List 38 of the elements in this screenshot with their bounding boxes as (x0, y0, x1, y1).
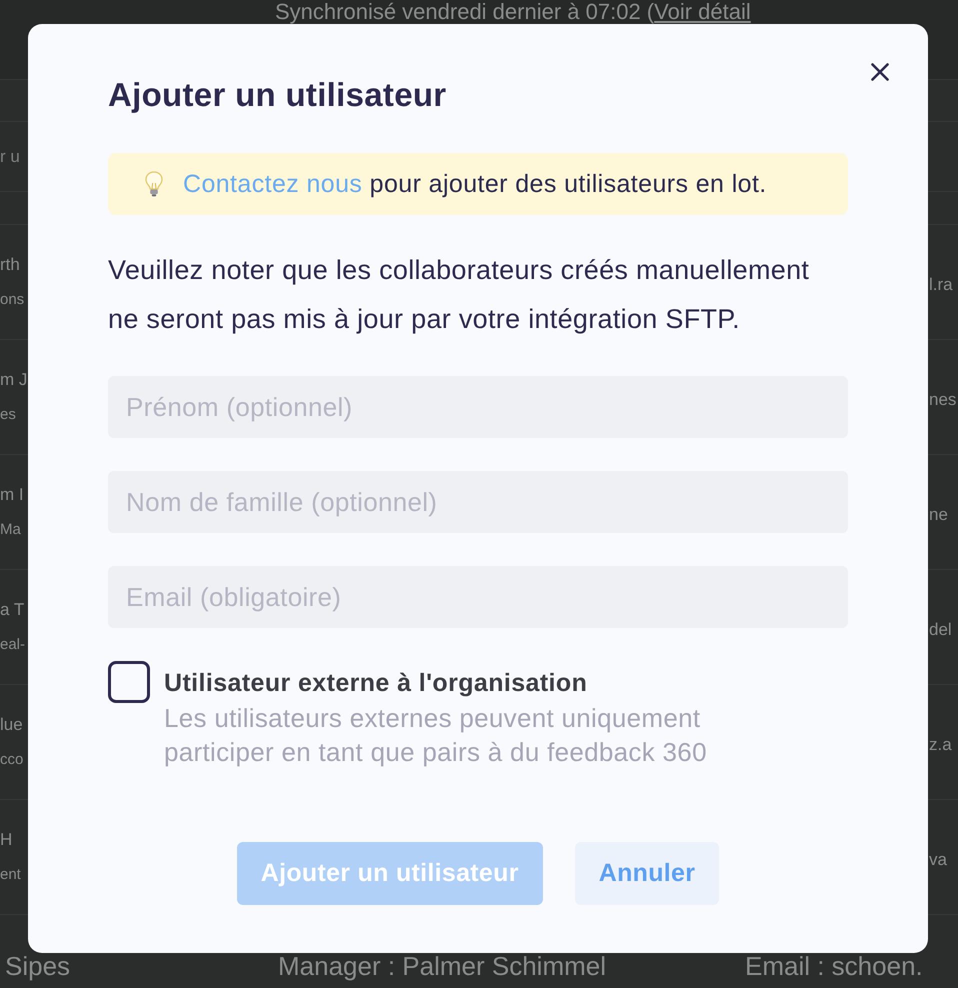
user-name-text: a T (0, 599, 26, 621)
user-email-text: Email : schoen. (745, 951, 923, 981)
user-email-text: va (929, 850, 947, 869)
search-field[interactable]: r u (0, 142, 28, 172)
contact-link[interactable]: Contactez nous (183, 170, 362, 198)
user-email-text: z.a (929, 735, 952, 754)
close-icon (871, 63, 889, 81)
dialog-title: Ajouter un utilisateur (108, 75, 448, 115)
user-email-text: ne (929, 505, 948, 524)
user-name-text: rth (0, 254, 21, 276)
user-name-text: Sipes (5, 951, 70, 981)
checkbox-label: Utilisateur externe à l'organisation (164, 668, 588, 699)
checkbox-description: Les utilisateurs externes peuvent uniquement participer en tant que pairs à du feedback 360 (164, 702, 708, 769)
user-detail-text: Ma (0, 520, 22, 540)
user-detail-text: cco (0, 750, 24, 770)
user-detail-text: eal- (0, 635, 26, 655)
notice-text: Veuillez noter que les collaborateurs créés manuellement ne seront pas mis à jour par votre intégration SFTP. (108, 254, 810, 336)
manager-text: Manager : Palmer Schimmel (278, 951, 606, 981)
input-field[interactable]: Nom de famille (optionnel) (108, 471, 848, 533)
sync-status-text: Synchronisé vendredi dernier à 07:02 (Voir détail (275, 0, 751, 24)
user-name-text: lue (0, 714, 24, 736)
lightbulb-icon (145, 171, 163, 197)
user-name-text: H (0, 829, 14, 851)
user-detail-text: ent (0, 865, 22, 885)
cancel-button[interactable]: Annuler (574, 842, 720, 905)
details-link[interactable]: Voir détail (654, 0, 751, 24)
user-detail-text: es (0, 405, 17, 425)
user-name-text: m J (0, 369, 28, 391)
banner-text: Contactez nous pour ajouter des utilisateurs en lot. (183, 169, 767, 199)
close-button[interactable] (871, 63, 889, 81)
user-name-text: m I (0, 484, 25, 506)
input-field[interactable]: Email (obligatoire) (108, 566, 848, 628)
user-email-text: del (929, 620, 952, 639)
checkbox[interactable] (108, 661, 150, 703)
user-email-text: l.ra (929, 275, 953, 294)
user-email-text: nes (929, 390, 956, 409)
user-detail-text: ons (0, 290, 26, 310)
input-field[interactable]: Prénom (optionnel) (108, 376, 848, 438)
